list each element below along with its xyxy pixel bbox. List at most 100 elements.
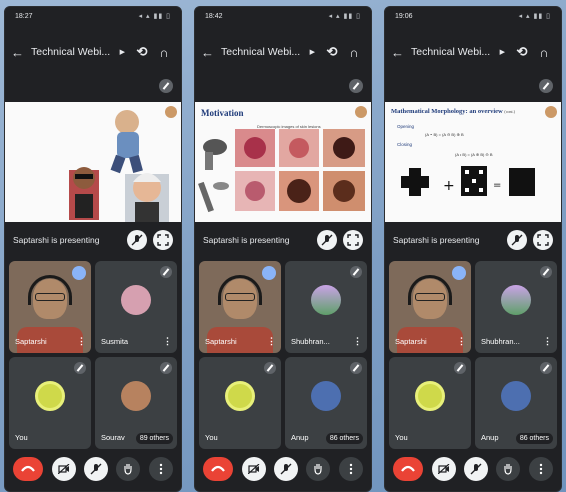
participant-tile[interactable]: You bbox=[199, 357, 281, 449]
more-options-icon[interactable]: ⋮ bbox=[353, 336, 362, 347]
glasses bbox=[225, 293, 255, 301]
participant-grid: Saptarshi ⋮ Shubhran... ⋮ You Anup 86 ot… bbox=[199, 261, 367, 449]
speaking-indicator-icon bbox=[262, 266, 276, 280]
glasses bbox=[35, 293, 65, 301]
mic-off-button[interactable] bbox=[273, 457, 298, 481]
meeting-title[interactable]: Technical Webi... bbox=[31, 46, 118, 58]
back-arrow-icon[interactable]: ← bbox=[11, 45, 31, 60]
camera-off-button[interactable] bbox=[51, 457, 76, 481]
chevron-right-icon[interactable]: ▶ bbox=[500, 48, 505, 56]
participant-tile[interactable]: You bbox=[389, 357, 471, 449]
phone-screen-1: 18:27 ◂ ▴ ▮▮ ▯ ← Technical Webi... ▶ ⟲ ∩ bbox=[4, 6, 182, 492]
participant-grid: Saptarshi ⋮ Shubhran... ⋮ You Anup 86 ot… bbox=[389, 261, 557, 449]
meeting-title[interactable]: Technical Webi... bbox=[221, 46, 308, 58]
back-arrow-icon[interactable]: ← bbox=[391, 45, 411, 60]
participant-tile[interactable]: Anup 86 others bbox=[285, 357, 367, 449]
slide-title: Mathematical Morphology: an overview (co… bbox=[391, 108, 515, 115]
others-count[interactable]: 86 others bbox=[515, 433, 553, 444]
status-time: 18:27 bbox=[15, 12, 33, 20]
slide-title: Motivation bbox=[201, 108, 244, 118]
logo-icon bbox=[165, 106, 177, 118]
raise-hand-button[interactable] bbox=[116, 457, 141, 481]
participant-tile[interactable]: Sourav 89 others bbox=[95, 357, 177, 449]
slide-formula-1: (A ∘ B) = (A ⊖ B) ⊕ B bbox=[425, 132, 464, 137]
slide-item-2: Closing bbox=[397, 142, 413, 147]
end-call-button[interactable] bbox=[13, 457, 44, 481]
speaking-indicator-icon bbox=[72, 266, 86, 280]
meeting-title[interactable]: Technical Webi... bbox=[411, 46, 498, 58]
phone-screen-3: 19:06 ◂ ▴ ▮▮ ▯ ← Technical Webi... ▶ ⟲ ∩… bbox=[384, 6, 562, 492]
participant-tile[interactable]: Shubhran... ⋮ bbox=[285, 261, 367, 353]
participant-tile[interactable]: Saptarshi ⋮ bbox=[9, 261, 91, 353]
more-options-button[interactable] bbox=[528, 457, 553, 481]
logo-icon bbox=[545, 106, 557, 118]
participant-tile[interactable]: You bbox=[9, 357, 91, 449]
participant-tile[interactable]: Saptarshi ⋮ bbox=[199, 261, 281, 353]
chevron-right-icon[interactable]: ▶ bbox=[310, 48, 315, 56]
participant-name: Saptarshi bbox=[15, 337, 47, 346]
participant-tile[interactable]: Shubhran... ⋮ bbox=[475, 261, 557, 353]
chevron-right-icon[interactable]: ▶ bbox=[120, 48, 125, 56]
svg-text:=: = bbox=[493, 180, 501, 191]
mic-off-icon[interactable] bbox=[317, 230, 337, 250]
status-bar: 18:42 ◂ ▴ ▮▮ ▯ bbox=[195, 7, 371, 25]
call-controls bbox=[195, 451, 371, 487]
presenting-label: Saptarshi is presenting bbox=[393, 235, 480, 245]
more-options-icon[interactable]: ⋮ bbox=[163, 336, 172, 347]
participant-name: Susmita bbox=[101, 337, 129, 346]
mic-off-icon[interactable] bbox=[127, 230, 147, 250]
presenting-label: Saptarshi is presenting bbox=[13, 235, 100, 245]
meeting-header: ← Technical Webi... ▶ ⟲ ∩ bbox=[385, 37, 561, 67]
others-count[interactable]: 86 others bbox=[325, 433, 363, 444]
mic-off-icon bbox=[540, 266, 552, 278]
presenting-bar: Saptarshi is presenting bbox=[393, 229, 553, 251]
others-count[interactable]: 89 others bbox=[135, 433, 173, 444]
fullscreen-icon[interactable] bbox=[533, 230, 553, 250]
avatar bbox=[311, 381, 341, 411]
raise-hand-button[interactable] bbox=[306, 457, 331, 481]
more-options-icon[interactable]: ⋮ bbox=[77, 336, 86, 347]
headphones-icon[interactable]: ∩ bbox=[533, 45, 555, 60]
participant-name: Shubhran... bbox=[291, 337, 330, 346]
more-options-button[interactable] bbox=[148, 457, 173, 481]
more-options-icon[interactable]: ⋮ bbox=[543, 336, 552, 347]
speaking-indicator-icon bbox=[452, 266, 466, 280]
mic-off-icon[interactable] bbox=[507, 230, 527, 250]
cartoon-slide-image bbox=[69, 110, 169, 222]
call-controls bbox=[385, 451, 561, 487]
back-arrow-icon[interactable]: ← bbox=[201, 45, 221, 60]
participant-tile[interactable]: Susmita ⋮ bbox=[95, 261, 177, 353]
fullscreen-icon[interactable] bbox=[343, 230, 363, 250]
status-bar: 18:27 ◂ ▴ ▮▮ ▯ bbox=[5, 7, 181, 25]
dermoscopy-images bbox=[198, 129, 365, 213]
more-options-icon[interactable]: ⋮ bbox=[267, 336, 276, 347]
mic-off-button[interactable] bbox=[83, 457, 108, 481]
participant-tile[interactable]: Anup 86 others bbox=[475, 357, 557, 449]
avatar bbox=[121, 285, 151, 315]
switch-camera-icon[interactable]: ⟲ bbox=[131, 44, 153, 60]
presenting-bar: Saptarshi is presenting bbox=[203, 229, 363, 251]
raise-hand-button[interactable] bbox=[496, 457, 521, 481]
headphones-icon[interactable]: ∩ bbox=[153, 45, 175, 60]
camera-off-button[interactable] bbox=[241, 457, 266, 481]
participant-tile[interactable]: Saptarshi ⋮ bbox=[389, 261, 471, 353]
avatar bbox=[501, 285, 531, 315]
more-options-button[interactable] bbox=[338, 457, 363, 481]
presenter-mic-off-icon bbox=[539, 79, 553, 93]
shared-screen: Mathematical Morphology: an overview (co… bbox=[385, 102, 561, 222]
switch-camera-icon[interactable]: ⟲ bbox=[511, 44, 533, 60]
mic-off-icon bbox=[160, 266, 172, 278]
mic-off-icon bbox=[74, 362, 86, 374]
slide-title-text: Mathematical Morphology: an overview bbox=[391, 108, 503, 115]
logo-icon bbox=[355, 106, 367, 118]
participant-name: You bbox=[15, 433, 28, 442]
switch-camera-icon[interactable]: ⟲ bbox=[321, 44, 343, 60]
mic-off-button[interactable] bbox=[463, 457, 488, 481]
end-call-button[interactable] bbox=[393, 457, 424, 481]
fullscreen-icon[interactable] bbox=[153, 230, 173, 250]
status-icons: ◂ ▴ ▮▮ ▯ bbox=[138, 13, 171, 20]
end-call-button[interactable] bbox=[203, 457, 234, 481]
headphones-icon[interactable]: ∩ bbox=[343, 45, 365, 60]
more-options-icon[interactable]: ⋮ bbox=[457, 336, 466, 347]
camera-off-button[interactable] bbox=[431, 457, 456, 481]
